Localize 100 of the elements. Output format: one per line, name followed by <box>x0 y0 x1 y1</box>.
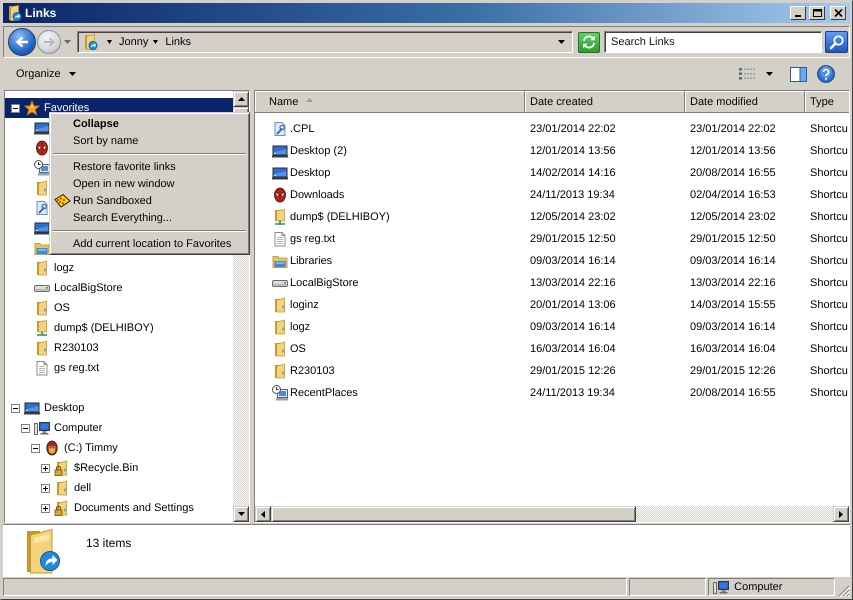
file-row[interactable]: R230103 29/01/2015 12:26 29/01/2015 12:26 Shortcu <box>255 360 849 382</box>
tree-item[interactable]: OS <box>5 298 73 318</box>
tree-item[interactable]: logz <box>5 258 78 278</box>
scroll-down-button[interactable] <box>233 506 249 522</box>
date-created-cell-text: 13/03/2014 22:16 <box>529 277 617 289</box>
scroll-right-button[interactable] <box>833 506 849 522</box>
type-cell-text: Shortcu <box>809 343 849 355</box>
close-button[interactable] <box>830 6 846 20</box>
file-row[interactable]: OS 16/03/2014 16:04 16/03/2014 16:04 Shortcu <box>255 338 849 360</box>
menu-item[interactable]: Add current location to Favorites <box>52 235 247 252</box>
tree-item[interactable]: dell <box>5 478 94 498</box>
tree-item[interactable]: (C:) Timmy <box>5 438 121 458</box>
library-folder-icon <box>272 253 288 269</box>
scroll-up-button[interactable] <box>233 91 249 107</box>
tree-item[interactable]: $Recycle.Bin <box>5 458 142 478</box>
column-header[interactable]: Name <box>255 91 525 113</box>
left-arrow-icon <box>261 510 265 518</box>
computer-icon <box>34 420 50 436</box>
right-arrow-icon <box>43 37 55 47</box>
refresh-button[interactable] <box>578 32 600 52</box>
scroll-left-button[interactable] <box>255 506 271 522</box>
left-arrow-icon <box>15 36 29 48</box>
tree-item-label: gs reg.txt <box>54 362 100 374</box>
minus-box-icon[interactable] <box>31 444 40 452</box>
date-modified-cell-text: 20/08/2014 16:55 <box>689 387 777 399</box>
desktop-icon <box>272 165 288 181</box>
file-row[interactable]: gs reg.txt 29/01/2015 12:50 29/01/2015 12:50 Shortcu <box>255 228 849 250</box>
menu-item[interactable]: Search Everything... <box>52 209 247 226</box>
tree-item[interactable]: Desktop <box>5 398 88 418</box>
tree-item[interactable]: R230103 <box>5 338 102 358</box>
desktop-icon <box>24 400 40 416</box>
date-created-cell-text: 29/01/2015 12:26 <box>529 365 617 377</box>
mask-icon <box>272 187 288 203</box>
file-row[interactable]: RecentPlaces 24/11/2013 19:34 20/08/2014 16:55 Shortcu <box>255 382 849 404</box>
plus-box-icon[interactable] <box>41 504 50 512</box>
tree-item-label: Computer <box>54 422 104 434</box>
breadcrumb[interactable]: Jonny <box>117 33 150 51</box>
folder-icon <box>272 297 288 313</box>
breadcrumb[interactable]: Links <box>163 33 194 51</box>
type-cell-text: Shortcu <box>809 145 849 157</box>
tree-item[interactable]: Documents and Settings <box>5 498 197 518</box>
minus-box-icon[interactable] <box>11 104 20 112</box>
tree-item-label: (C:) Timmy <box>64 442 119 454</box>
chevron-icon[interactable] <box>153 40 158 44</box>
library-folder-icon <box>34 240 50 256</box>
column-header[interactable]: Date modified <box>685 91 805 113</box>
type-cell-text: Shortcu <box>809 387 849 399</box>
clock-computer-icon <box>272 385 288 401</box>
search-button[interactable] <box>825 31 848 53</box>
file-row[interactable]: .CPL 23/01/2014 22:02 23/01/2014 22:02 Shortcu <box>255 118 849 140</box>
menu-item[interactable]: Sort by name <box>52 132 247 149</box>
date-created-cell-text: 16/03/2014 16:04 <box>529 343 617 355</box>
helmet-icon <box>44 440 60 456</box>
menu-item[interactable]: Restore favorite links <box>52 158 247 175</box>
menu-item[interactable]: Open in new window <box>52 175 247 192</box>
tree-item[interactable]: Computer <box>5 418 106 438</box>
file-row[interactable]: Desktop 14/02/2014 14:16 20/08/2014 16:55 Shortcu <box>255 162 849 184</box>
date-created-cell-text: 29/01/2015 12:50 <box>529 233 617 245</box>
tree-item[interactable]: dump$ (DELHIBOY) <box>5 318 157 338</box>
menu-item[interactable]: Collapse <box>52 115 247 132</box>
search-field[interactable]: Search Links <box>604 31 822 53</box>
file-row[interactable]: Desktop (2) 12/01/2014 13:56 12/01/2014 13:56 Shortcu <box>255 140 849 162</box>
tree-item[interactable]: gs reg.txt <box>5 358 102 378</box>
wrench-page-icon <box>34 200 50 216</box>
file-row[interactable]: Downloads 24/11/2013 19:34 02/04/2014 16:53 Shortcu <box>255 184 849 206</box>
date-modified-cell-text: 23/01/2014 22:02 <box>689 123 777 135</box>
date-modified-cell-text: 02/04/2014 16:53 <box>689 189 777 201</box>
file-row[interactable]: loginz 20/01/2014 13:06 14/03/2014 15:55 Shortcu <box>255 294 849 316</box>
scrollbar-thumb[interactable] <box>271 506 636 522</box>
file-name: LocalBigStore <box>290 277 358 289</box>
address-field[interactable]: Jonny Links <box>77 31 573 53</box>
tree-item[interactable]: LocalBigStore <box>5 278 126 298</box>
wrench-page-icon <box>272 121 288 137</box>
minus-box-icon[interactable] <box>21 424 30 432</box>
close-icon <box>834 9 842 17</box>
file-row[interactable]: dump$ (DELHIBOY) 12/05/2014 23:02 12/05/2014 23:02 Shortcu <box>255 206 849 228</box>
plus-box-icon[interactable] <box>41 464 50 472</box>
date-created-cell-text: 12/05/2014 23:02 <box>529 211 617 223</box>
date-modified-cell-text: 09/03/2014 16:14 <box>689 321 777 333</box>
chevron-icon[interactable] <box>107 40 112 44</box>
type-cell-text: Shortcu <box>809 255 849 267</box>
folder-icon <box>34 300 50 316</box>
file-row[interactable]: Libraries 09/03/2014 16:14 09/03/2014 16:14 Shortcu <box>255 250 849 272</box>
plus-box-icon[interactable] <box>41 484 50 492</box>
column-header[interactable]: Date created <box>525 91 685 113</box>
column-header[interactable]: Type <box>805 91 849 113</box>
menu-item[interactable]: Run Sandboxed <box>52 192 247 209</box>
file-row[interactable]: LocalBigStore 13/03/2014 22:16 13/03/2014 22:16 Shortcu <box>255 272 849 294</box>
resize-grip-icon[interactable] <box>838 585 850 597</box>
file-name: loginz <box>290 299 319 311</box>
file-name: Libraries <box>290 255 332 267</box>
tree-item-label: OS <box>54 302 71 314</box>
file-name: OS <box>290 343 306 355</box>
maximize-button[interactable] <box>809 6 825 20</box>
back-button[interactable] <box>8 28 36 56</box>
organize-button[interactable]: Organize <box>12 63 80 85</box>
minimize-button[interactable] <box>790 6 806 20</box>
minus-box-icon[interactable] <box>11 404 20 412</box>
file-row[interactable]: logz 09/03/2014 16:14 09/03/2014 16:14 Shortcu <box>255 316 849 338</box>
help-button[interactable] <box>815 63 837 85</box>
